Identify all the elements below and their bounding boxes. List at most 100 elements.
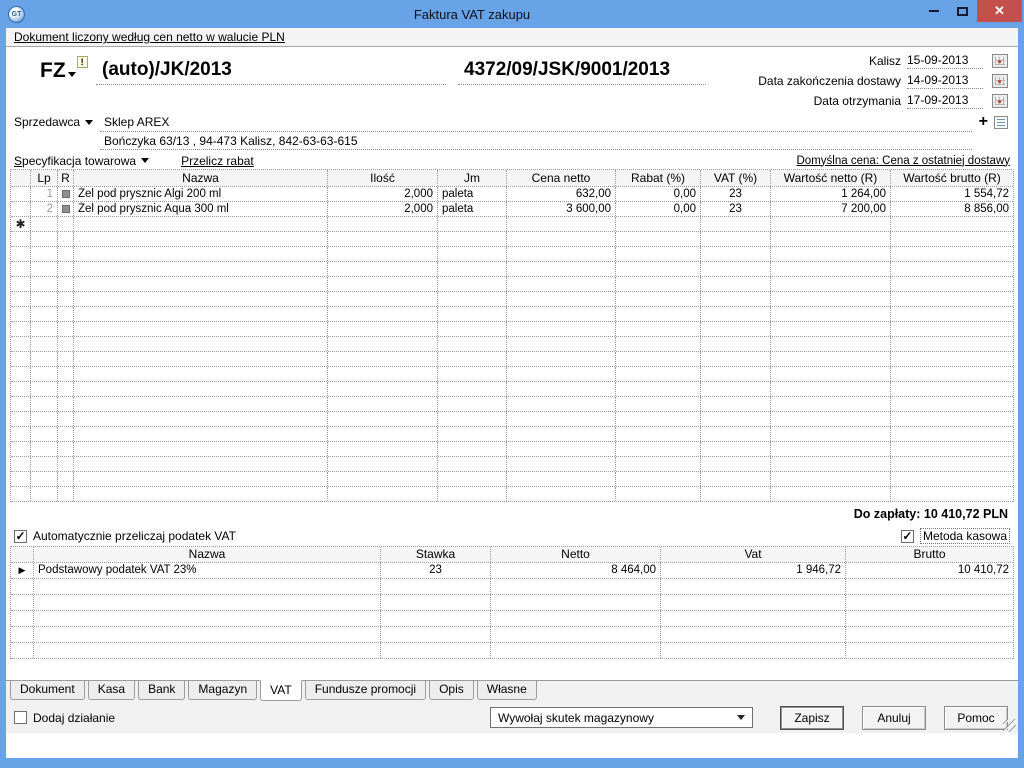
save-button[interactable]: Zapisz [780, 706, 844, 730]
tab-opis[interactable]: Opis [429, 681, 474, 700]
cell-rabat[interactable]: 0,00 [616, 202, 701, 216]
default-price-link[interactable]: Domyślna cena: Cena z ostatniej dostawy [797, 155, 1011, 167]
doc-number-full-field[interactable]: 4372/09/JSK/9001/2013 [458, 57, 706, 85]
cell-jm[interactable]: paleta [438, 202, 507, 216]
received-date-row: Data otrzymania 17-09-2013 [758, 91, 1008, 110]
cell-jm[interactable]: paleta [438, 187, 507, 201]
seller-list-icon[interactable] [994, 116, 1008, 129]
recalc-discount-link[interactable]: Przelicz rabat [181, 154, 254, 168]
issue-date-field[interactable]: 15-09-2013 [907, 53, 983, 69]
delivery-end-date-field[interactable]: 14-09-2013 [907, 73, 983, 89]
seller-name-field[interactable]: Sklep AREX [100, 112, 972, 132]
cell-ilosc[interactable]: 2,000 [328, 187, 438, 201]
summary-row: Do zapłaty: 10 410,72 PLN [6, 502, 1018, 526]
table-row-empty [11, 262, 1013, 277]
received-date-field[interactable]: 17-09-2013 [907, 93, 983, 109]
vat-cell-vat[interactable]: 1 946,72 [661, 563, 846, 578]
add-seller-icon[interactable]: + [979, 115, 988, 129]
titlebar: GT Faktura VAT zakupu ✕ [0, 0, 1024, 28]
document-header: FZ ! (auto)/JK/2013 4372/09/JSK/9001/201… [6, 47, 1018, 109]
vat-cell-brutto[interactable]: 10 410,72 [846, 563, 1013, 578]
cash-method-label: Metoda kasowa [920, 528, 1010, 544]
minimize-button[interactable] [919, 0, 948, 22]
vat-header-netto: Netto [491, 547, 661, 562]
specification-dropdown[interactable]: Specyfikacja towarowa [14, 154, 149, 168]
tab-fundusze-promocji[interactable]: Fundusze promocji [305, 681, 426, 700]
vat-options-row: ✓ Automatycznie przeliczaj podatek VAT ✓… [6, 526, 1018, 546]
table-row-empty [11, 292, 1013, 307]
spec-accel: S [14, 154, 22, 168]
tab-dokument[interactable]: Dokument [10, 681, 85, 700]
cell-cena-netto[interactable]: 3 600,00 [507, 202, 616, 216]
cell-nazwa[interactable]: Żel pod prysznic Algi 200 ml [74, 187, 328, 201]
tab-bank[interactable]: Bank [138, 681, 185, 700]
cell-ilosc[interactable]: 2,000 [328, 202, 438, 216]
vat-cell-netto[interactable]: 8 464,00 [491, 563, 661, 578]
help-button[interactable]: Pomoc [944, 706, 1008, 730]
doc-type-dropdown-icon[interactable] [68, 72, 76, 77]
warehouse-effect-value: Wywołaj skutek magazynowy [498, 711, 654, 725]
calendar-icon[interactable] [992, 94, 1008, 108]
chevron-down-icon [737, 715, 745, 720]
received-label: Data otrzymania [814, 94, 901, 108]
vat-table-row[interactable]: ▶ Podstawowy podatek VAT 23% 23 8 464,00… [11, 563, 1013, 579]
seller-row: Sprzedawca Sklep AREX + [6, 109, 1018, 135]
bottom-tabstrip: Dokument Kasa Bank Magazyn VAT Fundusze … [6, 680, 1018, 702]
seller-label: Sprzedawca [14, 115, 80, 129]
cell-wartosc-brutto[interactable]: 8 856,00 [891, 202, 1013, 216]
auto-recalc-checkbox[interactable]: ✓ [14, 530, 27, 543]
header-r: R [58, 170, 74, 186]
cell-lp: 1 [31, 187, 58, 201]
cell-wartosc-netto[interactable]: 1 264,00 [771, 187, 891, 201]
delivery-end-label: Data zakończenia dostawy [758, 74, 901, 88]
table-row-empty [11, 427, 1013, 442]
tab-vat[interactable]: VAT [260, 680, 302, 701]
chevron-down-icon [141, 158, 149, 163]
cell-vat[interactable]: 23 [701, 202, 771, 216]
calculation-mode-link[interactable]: Dokument liczony według cen netto w walu… [14, 30, 285, 44]
warehouse-effect-combobox[interactable]: Wywołaj skutek magazynowy [490, 707, 753, 728]
calendar-icon[interactable] [992, 74, 1008, 88]
issue-date-row: Kalisz 15-09-2013 [758, 51, 1008, 70]
table-row[interactable]: 1 Żel pod prysznic Algi 200 ml 2,000 pal… [11, 187, 1013, 202]
vat-cell-nazwa[interactable]: Podstawowy podatek VAT 23% [34, 563, 381, 578]
new-row-icon: ✱ [11, 217, 31, 231]
resize-grip[interactable] [1003, 719, 1016, 732]
table-row-empty [11, 337, 1013, 352]
table-row-new[interactable]: ✱ [11, 217, 1013, 232]
table-row-empty [11, 307, 1013, 322]
header-vat: VAT (%) [701, 170, 771, 186]
doc-number-auto-field[interactable]: (auto)/JK/2013 [96, 57, 446, 85]
tab-kasa[interactable]: Kasa [88, 681, 135, 700]
add-action-checkbox[interactable] [14, 711, 27, 724]
table-row-empty [11, 457, 1013, 472]
table-row-empty [11, 247, 1013, 262]
cell-wartosc-brutto[interactable]: 1 554,72 [891, 187, 1013, 201]
header-wartosc-brutto: Wartość brutto (R) [891, 170, 1013, 186]
close-button[interactable]: ✕ [977, 0, 1022, 22]
current-row-pointer-icon: ▶ [11, 563, 34, 578]
table-row-empty [11, 442, 1013, 457]
reservation-icon [58, 187, 74, 201]
table-row-empty [11, 232, 1013, 247]
cash-method-checkbox[interactable]: ✓ [901, 530, 914, 543]
maximize-button[interactable] [948, 0, 977, 22]
header-rabat: Rabat (%) [616, 170, 701, 186]
cell-nazwa[interactable]: Żel pod prysznic Aqua 300 ml [74, 202, 328, 216]
tab-wlasne[interactable]: Własne [477, 681, 537, 700]
vat-table-row-empty [11, 611, 1013, 627]
tab-magazyn[interactable]: Magazyn [188, 681, 257, 700]
doc-type-code[interactable]: FZ [40, 60, 66, 82]
table-row-empty [11, 322, 1013, 337]
cell-wartosc-netto[interactable]: 7 200,00 [771, 202, 891, 216]
cell-rabat[interactable]: 0,00 [616, 187, 701, 201]
calendar-icon[interactable] [992, 54, 1008, 68]
table-row[interactable]: 2 Żel pod prysznic Aqua 300 ml 2,000 pal… [11, 202, 1013, 217]
cell-vat[interactable]: 23 [701, 187, 771, 201]
cell-cena-netto[interactable]: 632,00 [507, 187, 616, 201]
seller-dropdown[interactable]: Sprzedawca [14, 115, 93, 129]
table-row-empty [11, 352, 1013, 367]
vat-table-row-empty [11, 579, 1013, 595]
vat-cell-stawka[interactable]: 23 [381, 563, 491, 578]
cancel-button[interactable]: Anuluj [862, 706, 926, 730]
